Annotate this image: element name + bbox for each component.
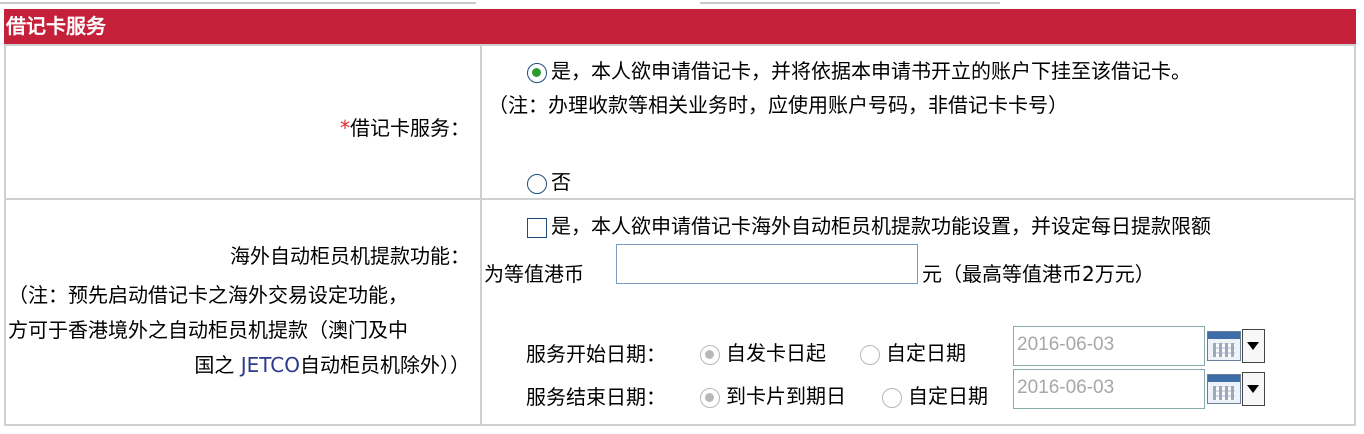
note-3-jetco: JETCO — [240, 353, 300, 377]
note-3-part-a: 国之 — [194, 353, 241, 377]
calendar-icon[interactable] — [1207, 374, 1241, 404]
service-start-custom-option[interactable]: 自定日期 — [860, 337, 966, 366]
debit-card-label-cell: *借记卡服务： — [4, 44, 482, 200]
debit-card-no-option[interactable]: 否 — [527, 166, 571, 195]
service-end-label: 服务结束日期： — [526, 385, 666, 409]
overseas-atm-label-cell: 海外自动柜员机提款功能： （注：预先启动借记卡之海外交易设定功能， 方可于香港境… — [4, 198, 482, 426]
divider-segment — [0, 2, 476, 4]
section-header: 借记卡服务 — [4, 9, 1356, 44]
calendar-icon[interactable] — [1207, 331, 1241, 361]
debit-card-form: *借记卡服务： 是，本人欲申请借记卡，并将依据本申请书开立的账户下挂至该借记卡。… — [4, 44, 1356, 426]
debit-card-options-cell: 是，本人欲申请借记卡，并将依据本申请书开立的账户下挂至该借记卡。 （注：办理收款… — [480, 44, 1356, 200]
overseas-atm-checkbox-label: 是，本人欲申请借记卡海外自动柜员机提款功能设置，并设定每日提款限额 — [551, 214, 1211, 238]
amount-suffix: 元（最高等值港币2万元） — [922, 262, 1155, 286]
radio-icon[interactable] — [700, 344, 720, 365]
overseas-atm-options-cell: 是，本人欲申请借记卡海外自动柜员机提款功能设置，并设定每日提款限额 为等值港币 … — [480, 198, 1356, 426]
required-mark: * — [340, 116, 350, 140]
radio-icon[interactable] — [527, 62, 547, 83]
overseas-atm-row: 海外自动柜员机提款功能： （注：预先启动借记卡之海外交易设定功能， 方可于香港境… — [4, 198, 1356, 426]
service-start-label: 服务开始日期： — [526, 342, 666, 366]
service-start-date-input[interactable]: 2016-06-03 — [1013, 326, 1205, 366]
overseas-atm-checkbox-option[interactable]: 是，本人欲申请借记卡海外自动柜员机提款功能设置，并设定每日提款限额 — [527, 210, 1211, 239]
daily-limit-input[interactable] — [616, 244, 918, 284]
service-end-date-input[interactable]: 2016-06-03 — [1013, 369, 1205, 409]
service-end-default-option[interactable]: 到卡片到期日 — [700, 380, 846, 409]
debit-card-no-label: 否 — [551, 170, 571, 194]
service-end-custom-label: 自定日期 — [908, 384, 988, 408]
chevron-down-icon[interactable] — [1242, 372, 1265, 406]
service-start-default-option[interactable]: 自发卡日起 — [700, 337, 826, 366]
overseas-atm-label: 海外自动柜员机提款功能： — [230, 244, 470, 268]
note-3-part-c: 自动柜员机除外）） — [300, 353, 470, 377]
overseas-atm-note-1: （注：预先启动借记卡之海外交易设定功能， — [8, 283, 408, 307]
debit-card-yes-note: （注：办理收款等相关业务时，应使用账户号码，非借记卡卡号） — [488, 93, 1068, 117]
service-end-custom-option[interactable]: 自定日期 — [882, 380, 988, 409]
amount-prefix: 为等值港币 — [484, 262, 584, 286]
debit-card-yes-label: 是，本人欲申请借记卡，并将依据本申请书开立的账户下挂至该借记卡。 — [551, 59, 1191, 83]
overseas-atm-note-3: 国之 JETCO自动柜员机除外）） — [194, 349, 470, 378]
debit-card-label: *借记卡服务： — [340, 112, 470, 141]
debit-card-row: *借记卡服务： 是，本人欲申请借记卡，并将依据本申请书开立的账户下挂至该借记卡。… — [4, 44, 1356, 200]
service-start-default-label: 自发卡日起 — [726, 341, 826, 365]
service-start-custom-label: 自定日期 — [886, 341, 966, 365]
service-start-calendar-button[interactable] — [1205, 327, 1267, 365]
radio-icon[interactable] — [527, 173, 547, 194]
divider-segment — [700, 2, 1000, 4]
checkbox-icon[interactable] — [527, 217, 547, 238]
chevron-down-icon[interactable] — [1242, 329, 1265, 363]
debit-card-yes-option[interactable]: 是，本人欲申请借记卡，并将依据本申请书开立的账户下挂至该借记卡。 — [527, 55, 1191, 84]
top-divider — [0, 0, 1364, 6]
radio-icon[interactable] — [882, 387, 902, 408]
radio-icon[interactable] — [700, 387, 720, 408]
overseas-atm-note-2: 方可于香港境外之自动柜员机提款（澳门及中 — [8, 318, 408, 342]
service-end-default-label: 到卡片到期日 — [726, 384, 846, 408]
service-end-calendar-button[interactable] — [1205, 370, 1267, 408]
radio-icon[interactable] — [860, 344, 880, 365]
debit-card-label-text: 借记卡服务： — [350, 116, 470, 140]
